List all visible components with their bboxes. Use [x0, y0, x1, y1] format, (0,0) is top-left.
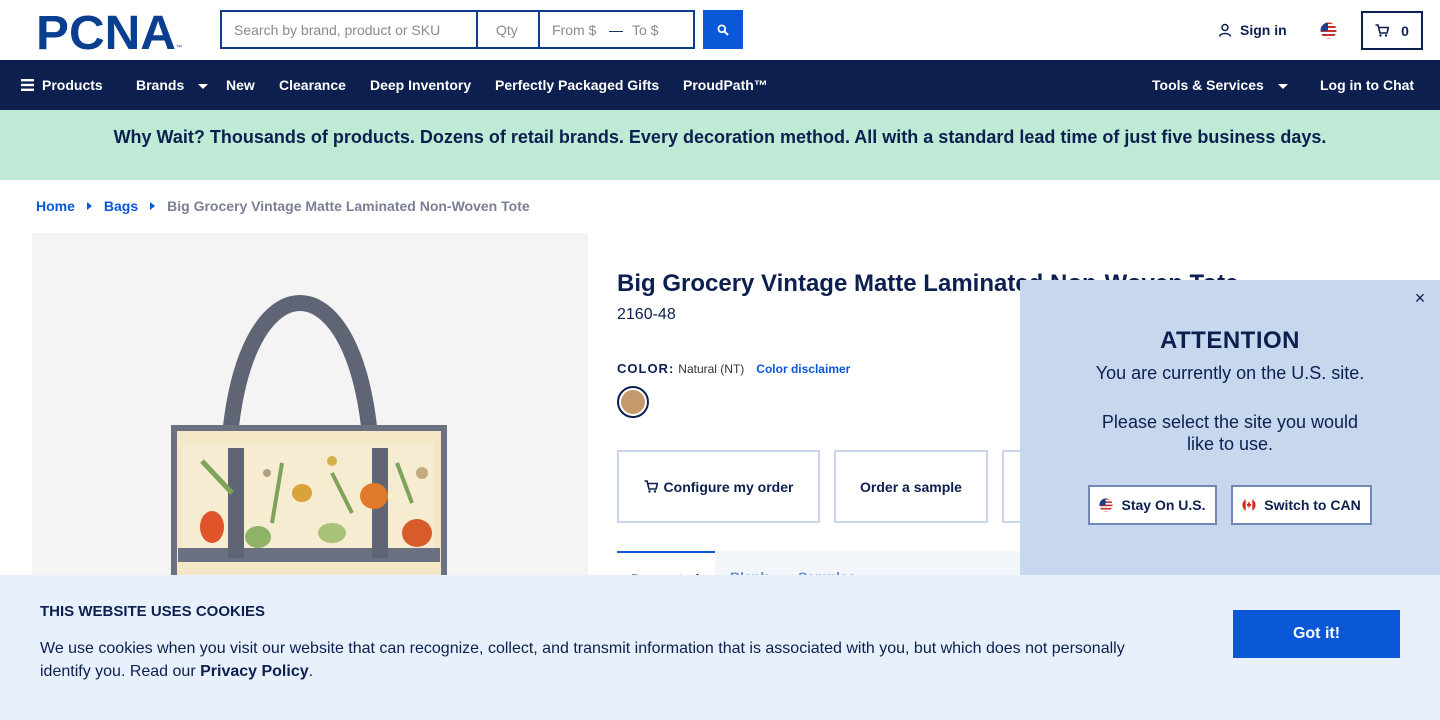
- switch-can-button[interactable]: Switch to CAN: [1231, 485, 1372, 525]
- configure-order-button[interactable]: Configure my order: [617, 450, 820, 523]
- cookie-banner: THIS WEBSITE USES COOKIES We use cookies…: [0, 575, 1440, 720]
- color-label: COLOR:: [617, 361, 675, 376]
- cookie-text: We use cookies when you visit our websit…: [40, 637, 1140, 683]
- nav-products-label: Products: [42, 77, 103, 93]
- nav-chat-label: Log in to Chat: [1320, 77, 1415, 93]
- pcna-logo[interactable]: PCNA ™: [36, 11, 184, 51]
- color-row: COLOR: Natural (NT) Color disclaimer: [617, 361, 850, 376]
- close-icon[interactable]: ×: [1410, 288, 1430, 308]
- breadcrumb-home[interactable]: Home: [36, 198, 75, 214]
- breadcrumb-current: Big Grocery Vintage Matte Laminated Non-…: [167, 198, 530, 214]
- color-swatch-natural[interactable]: [617, 386, 649, 418]
- product-sku: 2160-48: [617, 306, 676, 323]
- search-button[interactable]: [703, 10, 743, 49]
- cookie-title: THIS WEBSITE USES COOKIES: [40, 603, 266, 620]
- nav-tools-services[interactable]: Tools & Services: [1152, 60, 1288, 110]
- nav-clearance[interactable]: Clearance: [279, 60, 346, 110]
- modal-prompt-line1: Please select the site you would: [1101, 412, 1359, 432]
- chevron-right-icon: [86, 202, 92, 210]
- stay-us-label: Stay On U.S.: [1121, 497, 1206, 513]
- svg-text:™: ™: [176, 44, 182, 51]
- privacy-policy-link[interactable]: Privacy Policy: [200, 663, 309, 680]
- cart-icon: [1375, 24, 1390, 37]
- configure-order-label: Configure my order: [663, 478, 794, 495]
- canada-flag-icon: [1242, 498, 1256, 512]
- modal-prompt-line2: like to use.: [1186, 434, 1274, 454]
- main-navigation: Products Brands New Clearance Deep Inven…: [0, 60, 1440, 110]
- search-input[interactable]: [222, 12, 478, 47]
- nav-proudpath[interactable]: ProudPath™: [683, 60, 768, 110]
- nav-products[interactable]: Products: [21, 60, 103, 110]
- us-flag-icon[interactable]: [1320, 22, 1337, 39]
- nav-new[interactable]: New: [226, 60, 255, 110]
- nav-packaged-gifts[interactable]: Perfectly Packaged Gifts: [495, 60, 659, 110]
- sign-in-link[interactable]: Sign in: [1218, 22, 1287, 38]
- order-sample-label: Order a sample: [860, 478, 962, 495]
- user-icon: [1218, 23, 1232, 37]
- search-icon: [717, 24, 729, 36]
- promo-banner: Why Wait? Thousands of products. Dozens …: [0, 110, 1440, 180]
- cookie-text-end: .: [308, 663, 314, 680]
- promo-text: Why Wait? Thousands of products. Dozens …: [113, 127, 1327, 147]
- nav-brands-label: Brands: [136, 77, 185, 93]
- breadcrumb: Home Bags Big Grocery Vintage Matte Lami…: [36, 198, 530, 214]
- color-value: Natural (NT): [678, 362, 745, 376]
- price-from-input[interactable]: [540, 12, 606, 47]
- sign-in-label: Sign in: [1240, 22, 1287, 38]
- chevron-right-icon: [150, 202, 156, 210]
- search-bar: —: [220, 10, 695, 49]
- nav-deep-inventory-label: Deep Inventory: [370, 77, 472, 93]
- order-sample-button[interactable]: Order a sample: [834, 450, 988, 523]
- swatch-fill: [621, 390, 645, 414]
- qty-input[interactable]: [478, 12, 540, 47]
- chevron-down-icon: [198, 83, 209, 89]
- nav-deep-inventory[interactable]: Deep Inventory: [370, 60, 471, 110]
- nav-packaged-gifts-label: Perfectly Packaged Gifts: [495, 77, 660, 93]
- switch-can-label: Switch to CAN: [1264, 497, 1361, 513]
- chevron-down-icon: [1277, 83, 1288, 89]
- nav-brands[interactable]: Brands: [136, 60, 209, 110]
- logo-text: PCNA: [36, 11, 176, 51]
- us-flag-icon: [1099, 498, 1114, 512]
- cookie-accept-button[interactable]: Got it!: [1233, 610, 1400, 658]
- nav-proudpath-label: ProudPath™: [683, 77, 768, 93]
- cart-icon: [644, 480, 658, 493]
- cart-count: 0: [1401, 22, 1409, 39]
- site-selector-modal: × ATTENTION You are currently on the U.S…: [1020, 280, 1440, 575]
- nav-tools-services-label: Tools & Services: [1152, 77, 1264, 93]
- site-header: PCNA ™ — Sign in: [0, 0, 1440, 60]
- stay-us-button[interactable]: Stay On U.S.: [1088, 485, 1217, 525]
- breadcrumb-bags[interactable]: Bags: [104, 198, 138, 214]
- price-to-input[interactable]: [626, 12, 686, 47]
- cart-button[interactable]: 0: [1361, 11, 1423, 50]
- price-range-dash: —: [609, 21, 623, 38]
- modal-title: ATTENTION: [1159, 327, 1301, 354]
- nav-clearance-label: Clearance: [279, 77, 346, 93]
- menu-icon: [21, 79, 34, 91]
- nav-chat-login[interactable]: Log in to Chat: [1320, 60, 1414, 110]
- modal-current-site-text: You are currently on the U.S. site.: [1095, 363, 1365, 383]
- color-disclaimer-link[interactable]: Color disclaimer: [756, 362, 850, 376]
- nav-new-label: New: [226, 77, 255, 93]
